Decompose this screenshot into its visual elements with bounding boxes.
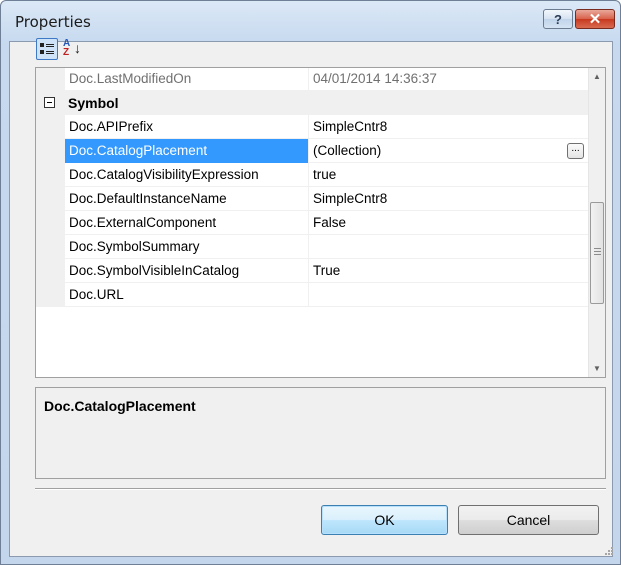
close-button[interactable]: ✕ [575,9,615,29]
ellipsis-button[interactable]: ... [567,143,584,159]
property-value[interactable]: SimpleCntr8 [308,187,588,211]
categorized-view-button[interactable] [36,38,58,60]
property-row-doc-lastmodifiedon[interactable]: Doc.LastModifiedOn 04/01/2014 14:36:37 [36,68,588,91]
property-value[interactable]: true [308,163,588,187]
property-value[interactable]: True [308,259,588,283]
property-row-doc-catalogplacement[interactable]: Doc.CatalogPlacement (Collection) ... [36,139,588,163]
property-name: Doc.CatalogVisibilityExpression [65,163,308,187]
property-value: (Collection) [313,143,382,158]
category-row-symbol[interactable]: Symbol [36,91,588,115]
ok-button[interactable]: OK [321,505,448,535]
property-row-doc-symbolvisibleincatalog[interactable]: Doc.SymbolVisibleInCatalog True [36,259,588,283]
property-name: Doc.URL [65,283,308,307]
grip-line [594,254,601,255]
property-name: Doc.SymbolVisibleInCatalog [65,259,308,283]
row-gutter [36,235,65,259]
row-gutter [36,283,65,307]
category-cell: Symbol [36,91,588,115]
property-name: Doc.SymbolSummary [65,235,308,259]
property-name: Doc.DefaultInstanceName [65,187,308,211]
scroll-down-icon[interactable]: ▼ [589,360,605,377]
properties-window: Properties ? ✕ A Z ↓ Doc.LastModifiedOn … [0,0,621,565]
grip-line [594,251,601,252]
window-title: Properties [15,13,91,31]
row-gutter [36,259,65,283]
property-value: 04/01/2014 14:36:37 [308,68,588,91]
collapse-toggle-icon[interactable] [44,97,55,108]
title-bar[interactable]: Properties ? ✕ [1,1,620,41]
row-gutter [36,163,65,187]
property-name: Doc.ExternalComponent [65,211,308,235]
property-value[interactable] [308,283,588,307]
grip-line [594,248,601,249]
property-row-doc-externalcomponent[interactable]: Doc.ExternalComponent False [36,211,588,235]
resize-grip-icon[interactable] [605,547,613,555]
scroll-thumb[interactable] [590,202,604,304]
property-name: Doc.LastModifiedOn [65,68,308,91]
alphabetical-view-button[interactable]: A Z ↓ [60,38,88,60]
row-gutter [36,139,65,163]
property-row-doc-apiprefix[interactable]: Doc.APIPrefix SimpleCntr8 [36,115,588,139]
property-name: Doc.APIPrefix [65,115,308,139]
property-value[interactable]: False [308,211,588,235]
property-row-doc-symbolsummary[interactable]: Doc.SymbolSummary [36,235,588,259]
row-gutter [36,68,65,91]
property-row-doc-defaultinstancename[interactable]: Doc.DefaultInstanceName SimpleCntr8 [36,187,588,211]
row-gutter [36,211,65,235]
description-pane: Doc.CatalogPlacement [35,387,606,479]
property-row-doc-catalogvisibilityexpression[interactable]: Doc.CatalogVisibilityExpression true [36,163,588,187]
categorized-icon [40,42,54,56]
property-grid[interactable]: Doc.LastModifiedOn 04/01/2014 14:36:37 S… [35,67,606,378]
property-value[interactable] [308,235,588,259]
property-value[interactable]: SimpleCntr8 [308,115,588,139]
sort-alphabetical-icon: A Z ↓ [63,38,81,58]
help-icon: ? [554,11,562,27]
category-label: Symbol [68,95,119,111]
scroll-up-icon[interactable]: ▲ [589,68,605,85]
cancel-button[interactable]: Cancel [458,505,599,535]
vertical-scrollbar[interactable]: ▲ ▼ [588,68,605,377]
property-rows: Doc.LastModifiedOn 04/01/2014 14:36:37 S… [36,68,588,377]
property-value-cell[interactable]: (Collection) ... [308,139,588,163]
row-gutter [36,187,65,211]
help-button[interactable]: ? [543,9,573,29]
description-title: Doc.CatalogPlacement [44,398,196,414]
row-gutter [36,115,65,139]
property-name: Doc.CatalogPlacement [65,139,308,163]
close-icon: ✕ [588,11,602,28]
property-row-doc-url[interactable]: Doc.URL [36,283,588,307]
separator [35,488,606,490]
